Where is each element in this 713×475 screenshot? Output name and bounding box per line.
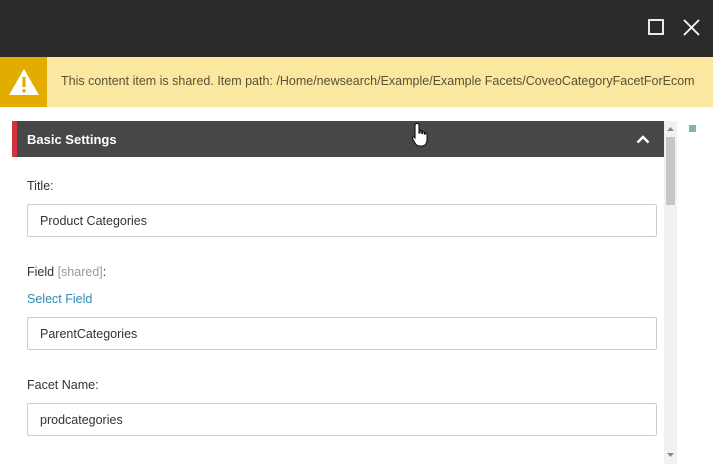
content-panel: Basic Settings Title: Field [shared]: Se… bbox=[12, 121, 677, 464]
vertical-scrollbar[interactable] bbox=[664, 121, 677, 464]
shared-tag: [shared] bbox=[57, 265, 103, 279]
close-icon bbox=[682, 18, 700, 36]
warning-icon bbox=[8, 69, 39, 95]
close-button[interactable] bbox=[677, 13, 705, 41]
title-label: Title: bbox=[27, 179, 54, 193]
field-label-suffix: : bbox=[102, 265, 107, 279]
facet-name-label: Facet Name: bbox=[27, 378, 99, 392]
maximize-button[interactable] bbox=[642, 13, 670, 41]
facet-name-input[interactable] bbox=[27, 403, 657, 436]
maximize-icon bbox=[648, 19, 664, 35]
select-field-link[interactable]: Select Field bbox=[27, 292, 92, 306]
warning-icon-box bbox=[0, 57, 47, 107]
field-input[interactable] bbox=[27, 317, 657, 350]
dialog-titlebar bbox=[0, 0, 713, 57]
status-marker bbox=[689, 125, 696, 132]
chevron-up-icon[interactable] bbox=[636, 133, 650, 145]
shared-item-warning: This content item is shared. Item path: … bbox=[0, 57, 713, 107]
scrollbar-thumb[interactable] bbox=[666, 137, 675, 205]
field-label: Field bbox=[27, 265, 55, 279]
warning-message: This content item is shared. Item path: … bbox=[61, 74, 695, 88]
scroll-down-arrow-icon[interactable] bbox=[667, 452, 674, 458]
scroll-up-arrow-icon[interactable] bbox=[667, 126, 674, 132]
section-title: Basic Settings bbox=[27, 132, 117, 147]
title-input[interactable] bbox=[27, 204, 657, 237]
section-header-basic-settings[interactable]: Basic Settings bbox=[12, 121, 664, 157]
field-label-row: Field [shared]: bbox=[27, 265, 106, 279]
